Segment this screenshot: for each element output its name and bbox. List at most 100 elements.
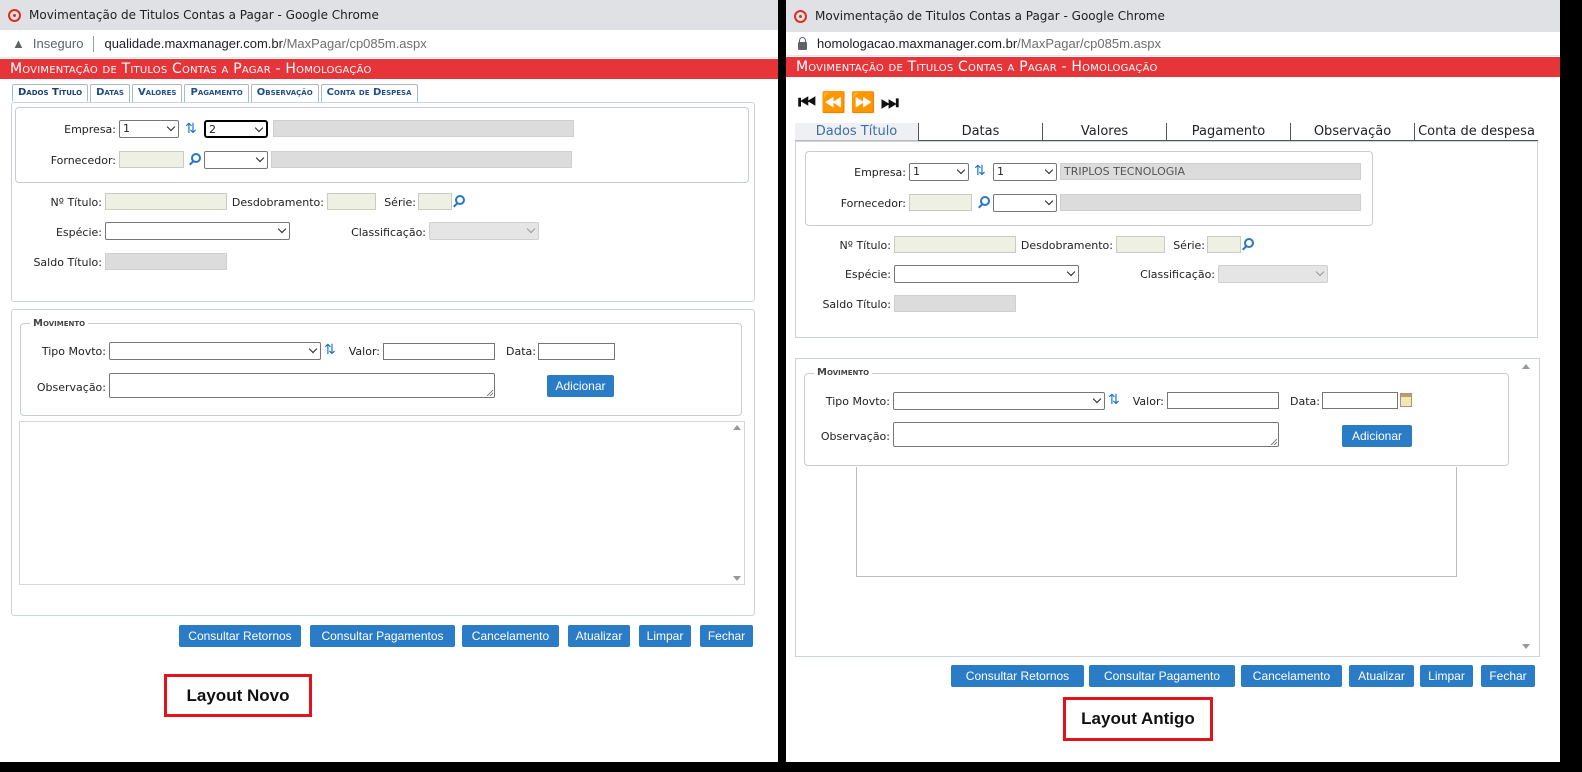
fechar-button[interactable]: Fechar bbox=[1481, 665, 1535, 687]
address-bar[interactable]: homologacao.maxmanager.com.br/MaxPagar/c… bbox=[786, 32, 1560, 56]
browser-titlebar: Movimentação de Titulos Contas a Pagar -… bbox=[786, 0, 1560, 32]
especie-select[interactable] bbox=[105, 222, 290, 240]
tab-datas[interactable]: Datas bbox=[90, 84, 130, 102]
next-record-icon[interactable]: ⏩ bbox=[851, 90, 876, 114]
fornecedor-name-field bbox=[271, 151, 572, 168]
browser-logo-icon bbox=[8, 8, 21, 22]
empresa-filial-select[interactable]: 1 bbox=[993, 163, 1057, 181]
observacao-label: Observação: bbox=[36, 381, 106, 394]
adicionar-button[interactable]: Adicionar bbox=[1342, 425, 1412, 447]
tipo-movto-select[interactable] bbox=[893, 392, 1105, 410]
url-host[interactable]: homologacao.maxmanager.com.br bbox=[817, 36, 1017, 51]
chevron-down-icon bbox=[308, 344, 318, 354]
security-label[interactable]: Inseguro bbox=[33, 36, 84, 51]
search-icon[interactable] bbox=[191, 153, 201, 163]
movimentos-list[interactable] bbox=[856, 467, 1457, 577]
tab-datas[interactable]: Datas bbox=[918, 123, 1042, 141]
empresa-fieldset bbox=[15, 107, 749, 183]
tab-bar: Dados Título Datas Valores Pagamento Obs… bbox=[12, 84, 420, 102]
tab-pagamento[interactable]: Pagamento bbox=[184, 84, 249, 102]
limpar-button[interactable]: Limpar bbox=[639, 625, 691, 647]
chevron-down-icon bbox=[1044, 165, 1054, 175]
first-record-icon[interactable]: ⏮ bbox=[798, 90, 816, 114]
empresa-select[interactable]: 1 bbox=[909, 163, 969, 181]
tab-pagamento[interactable]: Pagamento bbox=[1166, 123, 1290, 141]
scroll-up-icon[interactable] bbox=[733, 425, 741, 430]
especie-select[interactable] bbox=[894, 265, 1079, 283]
refresh-icon[interactable]: ⇅ bbox=[974, 164, 986, 178]
url-path[interactable]: /MaxPagar/cp085m.aspx bbox=[1017, 36, 1161, 51]
search-icon[interactable] bbox=[980, 196, 990, 206]
calendar-icon[interactable] bbox=[1400, 393, 1412, 407]
saldo-titulo-field bbox=[894, 295, 1016, 312]
tab-dados-titulo[interactable]: Dados Título bbox=[795, 123, 918, 141]
desdobramento-input[interactable] bbox=[327, 193, 376, 210]
data-label: Data: bbox=[506, 345, 536, 358]
data-label: Data: bbox=[1290, 395, 1320, 408]
empresa-filial-select[interactable]: 2 bbox=[204, 120, 268, 138]
atualizar-button[interactable]: Atualizar bbox=[568, 625, 630, 647]
movimentos-list[interactable] bbox=[19, 421, 745, 585]
tab-observacao[interactable]: Observação bbox=[1290, 123, 1414, 141]
tab-conta-despesa[interactable]: Conta de despesa bbox=[1414, 123, 1538, 141]
empresa-filial-value: 1 bbox=[997, 165, 1004, 178]
search-icon[interactable] bbox=[1244, 238, 1254, 248]
cancelamento-button[interactable]: Cancelamento bbox=[462, 625, 559, 647]
serie-input[interactable] bbox=[1207, 236, 1241, 253]
numero-titulo-input[interactable] bbox=[894, 236, 1016, 253]
fornecedor-code-input[interactable] bbox=[909, 194, 972, 211]
refresh-icon[interactable]: ⇅ bbox=[1108, 393, 1120, 407]
record-navigation: ⏮ ⏪ ⏩ ⏭ bbox=[798, 90, 899, 114]
url-path[interactable]: /MaxPagar/cp085m.aspx bbox=[283, 36, 427, 51]
tab-conta-despesa[interactable]: Conta de Despesa bbox=[320, 84, 418, 102]
atualizar-button[interactable]: Atualizar bbox=[1349, 665, 1414, 687]
numero-titulo-input[interactable] bbox=[105, 193, 227, 210]
previous-record-icon[interactable]: ⏪ bbox=[821, 90, 846, 114]
desdobramento-input[interactable] bbox=[1116, 236, 1165, 253]
search-icon[interactable] bbox=[455, 195, 465, 205]
cancelamento-button[interactable]: Cancelamento bbox=[1241, 665, 1342, 687]
last-record-icon[interactable]: ⏭ bbox=[881, 90, 899, 114]
consultar-retornos-button[interactable]: Consultar Retornos bbox=[951, 665, 1084, 687]
data-input[interactable] bbox=[1322, 392, 1398, 409]
movimento-legend: Movimento bbox=[814, 367, 873, 378]
browser-titlebar: Movimentação de Titulos Contas a Pagar -… bbox=[0, 0, 778, 30]
tab-observacao[interactable]: Observação bbox=[250, 84, 319, 102]
address-bar[interactable]: ▲ Inseguro qualidade.maxmanager.com.br/M… bbox=[0, 30, 778, 58]
address-separator bbox=[93, 35, 95, 52]
consultar-pagamentos-button[interactable]: Consultar Pagamentos bbox=[310, 625, 455, 647]
scroll-up-icon[interactable] bbox=[1522, 364, 1530, 369]
tipo-movto-select[interactable] bbox=[109, 342, 321, 360]
data-input[interactable] bbox=[538, 343, 615, 360]
consultar-pagamento-button[interactable]: Consultar Pagamento bbox=[1089, 665, 1235, 687]
refresh-icon[interactable]: ⇅ bbox=[324, 343, 336, 357]
chevron-down-icon bbox=[1092, 394, 1102, 404]
consultar-retornos-button[interactable]: Consultar Retornos bbox=[179, 625, 301, 647]
lock-icon[interactable] bbox=[798, 36, 807, 50]
chevron-down-icon bbox=[1315, 267, 1325, 277]
fornecedor-select[interactable] bbox=[204, 151, 268, 169]
limpar-button[interactable]: Limpar bbox=[1420, 665, 1473, 687]
observacao-textarea[interactable] bbox=[893, 422, 1279, 447]
scroll-down-icon[interactable] bbox=[733, 576, 741, 581]
warning-icon[interactable]: ▲ bbox=[12, 36, 25, 51]
scroll-down-icon[interactable] bbox=[1522, 644, 1530, 649]
fechar-button[interactable]: Fechar bbox=[700, 625, 753, 647]
fornecedor-select[interactable] bbox=[993, 194, 1057, 212]
tab-valores[interactable]: Valores bbox=[131, 84, 183, 102]
classificacao-select bbox=[1218, 265, 1328, 283]
desdobramento-label: Desdobramento: bbox=[231, 196, 324, 209]
observacao-textarea[interactable] bbox=[109, 373, 495, 398]
empresa-select[interactable]: 1 bbox=[119, 120, 179, 138]
adicionar-button[interactable]: Adicionar bbox=[547, 375, 614, 397]
valor-input[interactable] bbox=[1167, 392, 1279, 409]
chevron-down-icon bbox=[526, 224, 536, 234]
fornecedor-code-input[interactable] bbox=[119, 151, 184, 168]
valor-input[interactable] bbox=[383, 343, 495, 360]
tab-valores[interactable]: Valores bbox=[1042, 123, 1166, 141]
url-host[interactable]: qualidade.maxmanager.com.br bbox=[104, 36, 283, 51]
tab-dados-titulo[interactable]: Dados Título bbox=[12, 84, 89, 102]
observacao-label: Observação: bbox=[820, 430, 890, 443]
serie-input[interactable] bbox=[418, 193, 452, 210]
refresh-icon[interactable]: ⇅ bbox=[185, 122, 197, 136]
